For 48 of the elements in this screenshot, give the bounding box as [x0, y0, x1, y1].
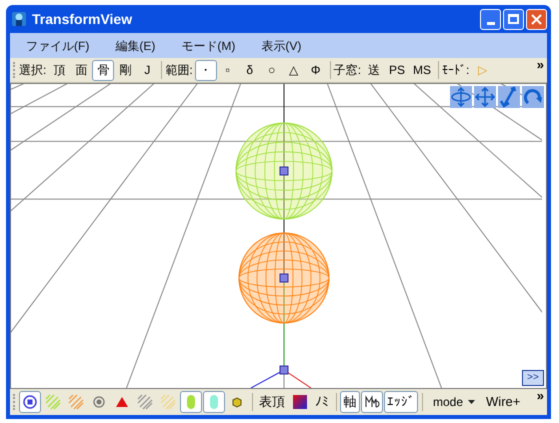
menu-item[interactable]: 表示(V) [253, 36, 310, 54]
rotate-icon[interactable] [522, 86, 544, 108]
gradient-swatch-icon [292, 394, 308, 410]
target-icon [22, 394, 38, 410]
toolbar-label: 選択: [19, 62, 46, 79]
mmd-logo-icon [364, 394, 380, 410]
toolbar-button[interactable]: J [136, 60, 158, 80]
toolbar-button[interactable]: 面 [70, 60, 92, 80]
toolbar-button[interactable]: 軸 [340, 391, 360, 413]
mmd-logo-button[interactable] [361, 391, 383, 413]
close-icon [531, 14, 542, 24]
maximize-button[interactable] [503, 8, 524, 30]
joint-marker [280, 366, 288, 374]
toolbar-button[interactable]: △ [282, 60, 305, 80]
toolbar-button[interactable]: ○ [260, 60, 283, 80]
mode-dropdown[interactable]: mode [426, 391, 482, 413]
toolbar-button[interactable]: 剛 [114, 60, 136, 80]
toolbar-button[interactable]: Wire+ [483, 391, 524, 413]
toolbar-label: 範囲: [165, 62, 193, 79]
toolbar-button[interactable]: ﾉﾐ [312, 391, 332, 413]
toolbar-button[interactable]: 送 [363, 60, 386, 80]
app-icon [11, 11, 27, 27]
toolbar-button[interactable]: MS [409, 60, 436, 80]
toolbar-button[interactable]: Φ [304, 60, 327, 80]
toolbar-button[interactable]: ｴｯｼﾞ [384, 391, 418, 413]
window-title: TransformView [32, 10, 132, 28]
minimize-button[interactable] [480, 8, 501, 30]
menu-item[interactable]: ファイル(F) [18, 36, 98, 54]
toolbar-label: ﾓｰﾄﾞ: [442, 62, 470, 79]
expand-button[interactable]: >> [522, 370, 544, 386]
toolbar-button[interactable]: PS [385, 60, 410, 80]
orbit-icon[interactable] [450, 86, 472, 108]
toolbar-button[interactable]: ▫ [216, 60, 239, 80]
target-button[interactable] [19, 391, 41, 413]
close-button[interactable] [526, 8, 547, 30]
move-icon[interactable] [474, 86, 496, 108]
toolbar-button[interactable]: ・ [194, 60, 217, 80]
toolbar-button[interactable]: δ [238, 60, 261, 80]
toolbar-label: 子窓: [334, 62, 362, 79]
overflow-chevron[interactable]: » [536, 58, 544, 71]
ring-icon [91, 394, 107, 410]
toolbar-button[interactable]: 骨 [92, 60, 114, 80]
menu-item[interactable]: モード(M) [173, 36, 244, 54]
toolbar-button[interactable]: 表頂 [256, 391, 288, 413]
toolbar-button[interactable]: 頂 [48, 60, 70, 80]
menu-item[interactable]: 編集(E) [107, 36, 164, 54]
caret-icon [468, 400, 476, 404]
overflow-chevron[interactable]: » [536, 389, 544, 402]
